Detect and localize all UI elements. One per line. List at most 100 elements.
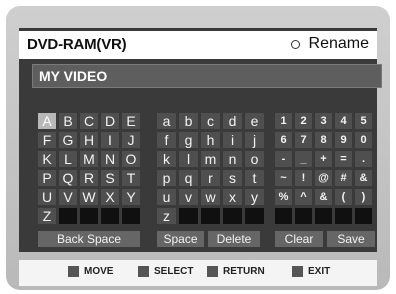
keyboard-key[interactable]: C bbox=[80, 113, 98, 129]
keyboard-key[interactable]: h bbox=[201, 132, 220, 148]
footer-select-label: SELECT bbox=[154, 266, 194, 277]
keyboard-key[interactable]: 9 bbox=[335, 132, 352, 148]
keyboard-key[interactable]: c bbox=[201, 113, 220, 129]
keyboard-key[interactable]: P bbox=[38, 170, 56, 186]
keyboard-key[interactable]: Y bbox=[122, 189, 140, 205]
keyboard-key[interactable]: X bbox=[101, 189, 119, 205]
keyboard-key[interactable]: F bbox=[38, 132, 56, 148]
keyboard-key[interactable]: M bbox=[80, 151, 98, 167]
keyboard-key[interactable]: a bbox=[157, 113, 176, 129]
keyboard-key-blank bbox=[275, 208, 292, 224]
title-input-value: MY VIDEO bbox=[39, 68, 108, 84]
keyboard-key[interactable]: f bbox=[157, 132, 176, 148]
keyboard-key[interactable]: H bbox=[80, 132, 98, 148]
keyboard-key[interactable]: @ bbox=[315, 170, 332, 186]
keyboard-key[interactable]: m bbox=[201, 151, 220, 167]
keyboard-key[interactable]: 0 bbox=[355, 132, 372, 148]
keyboard-key[interactable]: k bbox=[157, 151, 176, 167]
clear-button[interactable]: Clear bbox=[275, 231, 323, 247]
keyboard-key[interactable]: 1 bbox=[275, 113, 292, 129]
keyboard-key[interactable]: 2 bbox=[295, 113, 312, 129]
keyboard-key[interactable]: S bbox=[101, 170, 119, 186]
keyboard-key[interactable]: l bbox=[179, 151, 198, 167]
keyboard-key[interactable]: # bbox=[335, 170, 352, 186]
keyboard-key[interactable]: V bbox=[59, 189, 77, 205]
keyboard-key[interactable]: x bbox=[223, 189, 242, 205]
keyboard-key[interactable]: n bbox=[223, 151, 242, 167]
keyboard-key-blank bbox=[201, 208, 220, 224]
keyboard-key[interactable]: r bbox=[201, 170, 220, 186]
keyboard-key[interactable]: u bbox=[157, 189, 176, 205]
keyboard-key[interactable]: O bbox=[122, 151, 140, 167]
keyboard-key[interactable]: e bbox=[245, 113, 264, 129]
keyboard-key[interactable]: 7 bbox=[295, 132, 312, 148]
keyboard-key[interactable]: & bbox=[355, 170, 372, 186]
keyboard-key[interactable]: w bbox=[201, 189, 220, 205]
keyboard-key[interactable]: o bbox=[245, 151, 264, 167]
keyboard-key[interactable]: L bbox=[59, 151, 77, 167]
keyboard-key[interactable]: K bbox=[38, 151, 56, 167]
keyboard-key[interactable]: 5 bbox=[355, 113, 372, 129]
backspace-button[interactable]: Back Space bbox=[38, 231, 140, 247]
lowercase-keypad: abcde fghij klmno pqrst uvwxy z bbox=[157, 113, 264, 224]
keyboard-key[interactable]: 6 bbox=[275, 132, 292, 148]
keyboard-key[interactable]: j bbox=[245, 132, 264, 148]
updown-arrow-icon bbox=[68, 266, 79, 277]
rename-option: Rename bbox=[290, 35, 369, 53]
keyboard-key[interactable]: G bbox=[59, 132, 77, 148]
keyboard-key[interactable]: + bbox=[315, 151, 332, 167]
keyboard-key[interactable]: t bbox=[245, 170, 264, 186]
keyboard-key[interactable]: q bbox=[179, 170, 198, 186]
keyboard-key[interactable]: B bbox=[59, 113, 77, 129]
keyboard-key[interactable]: ! bbox=[295, 170, 312, 186]
keyboard-key[interactable]: I bbox=[101, 132, 119, 148]
save-button[interactable]: Save bbox=[327, 231, 375, 247]
title-input[interactable]: MY VIDEO bbox=[32, 64, 382, 88]
keyboard-key[interactable]: ) bbox=[355, 189, 372, 205]
keyboard-key[interactable]: d bbox=[223, 113, 242, 129]
keyboard-key[interactable]: . bbox=[355, 151, 372, 167]
keyboard-key[interactable]: v bbox=[179, 189, 198, 205]
keyboard-key[interactable]: s bbox=[223, 170, 242, 186]
keyboard-key[interactable]: 8 bbox=[315, 132, 332, 148]
keyboard-key-blank bbox=[355, 208, 372, 224]
keyboard-key[interactable]: U bbox=[38, 189, 56, 205]
footer-exit-label: EXIT bbox=[308, 266, 331, 277]
keyboard-key[interactable]: ^ bbox=[295, 189, 312, 205]
keyboard-key[interactable]: & bbox=[315, 189, 332, 205]
footer-exit: EXIT bbox=[292, 266, 330, 277]
keyboard-key-blank bbox=[59, 208, 77, 224]
keyboard-key[interactable]: ( bbox=[335, 189, 352, 205]
keyboard-key[interactable]: R bbox=[80, 170, 98, 186]
keyboard-key[interactable]: y bbox=[245, 189, 264, 205]
keyboard-key[interactable]: E bbox=[122, 113, 140, 129]
keyboard-key[interactable]: Q bbox=[59, 170, 77, 186]
keyboard-key[interactable]: Z bbox=[38, 208, 56, 224]
keyboard-key[interactable]: b bbox=[179, 113, 198, 129]
keyboard-key[interactable]: W bbox=[80, 189, 98, 205]
return-icon bbox=[207, 266, 218, 277]
keyboard-key[interactable]: 3 bbox=[315, 113, 332, 129]
keyboard-key[interactable]: ~ bbox=[275, 170, 292, 186]
keyboard-key[interactable]: 4 bbox=[335, 113, 352, 129]
keyboard-key[interactable]: D bbox=[101, 113, 119, 129]
footer-select: SELECT bbox=[138, 266, 193, 277]
keyboard-key-blank bbox=[335, 208, 352, 224]
footer-move: MOVE bbox=[68, 266, 113, 277]
keyboard-key[interactable]: _ bbox=[295, 151, 312, 167]
keyboard-key[interactable]: - bbox=[275, 151, 292, 167]
keyboard-key[interactable]: N bbox=[101, 151, 119, 167]
keyboard-key[interactable]: i bbox=[223, 132, 242, 148]
keyboard-key[interactable]: T bbox=[122, 170, 140, 186]
delete-button[interactable]: Delete bbox=[208, 231, 260, 247]
space-button[interactable]: Space bbox=[157, 231, 204, 247]
keyboard-key[interactable]: p bbox=[157, 170, 176, 186]
keyboard-key[interactable]: = bbox=[335, 151, 352, 167]
keyboard-key-blank bbox=[315, 208, 332, 224]
keyboard-key[interactable]: A bbox=[38, 113, 56, 129]
keyboard-key[interactable]: J bbox=[122, 132, 140, 148]
keyboard-key[interactable]: g bbox=[179, 132, 198, 148]
exit-icon bbox=[292, 266, 303, 277]
keyboard-key[interactable]: % bbox=[275, 189, 292, 205]
keyboard-key[interactable]: z bbox=[157, 208, 176, 224]
